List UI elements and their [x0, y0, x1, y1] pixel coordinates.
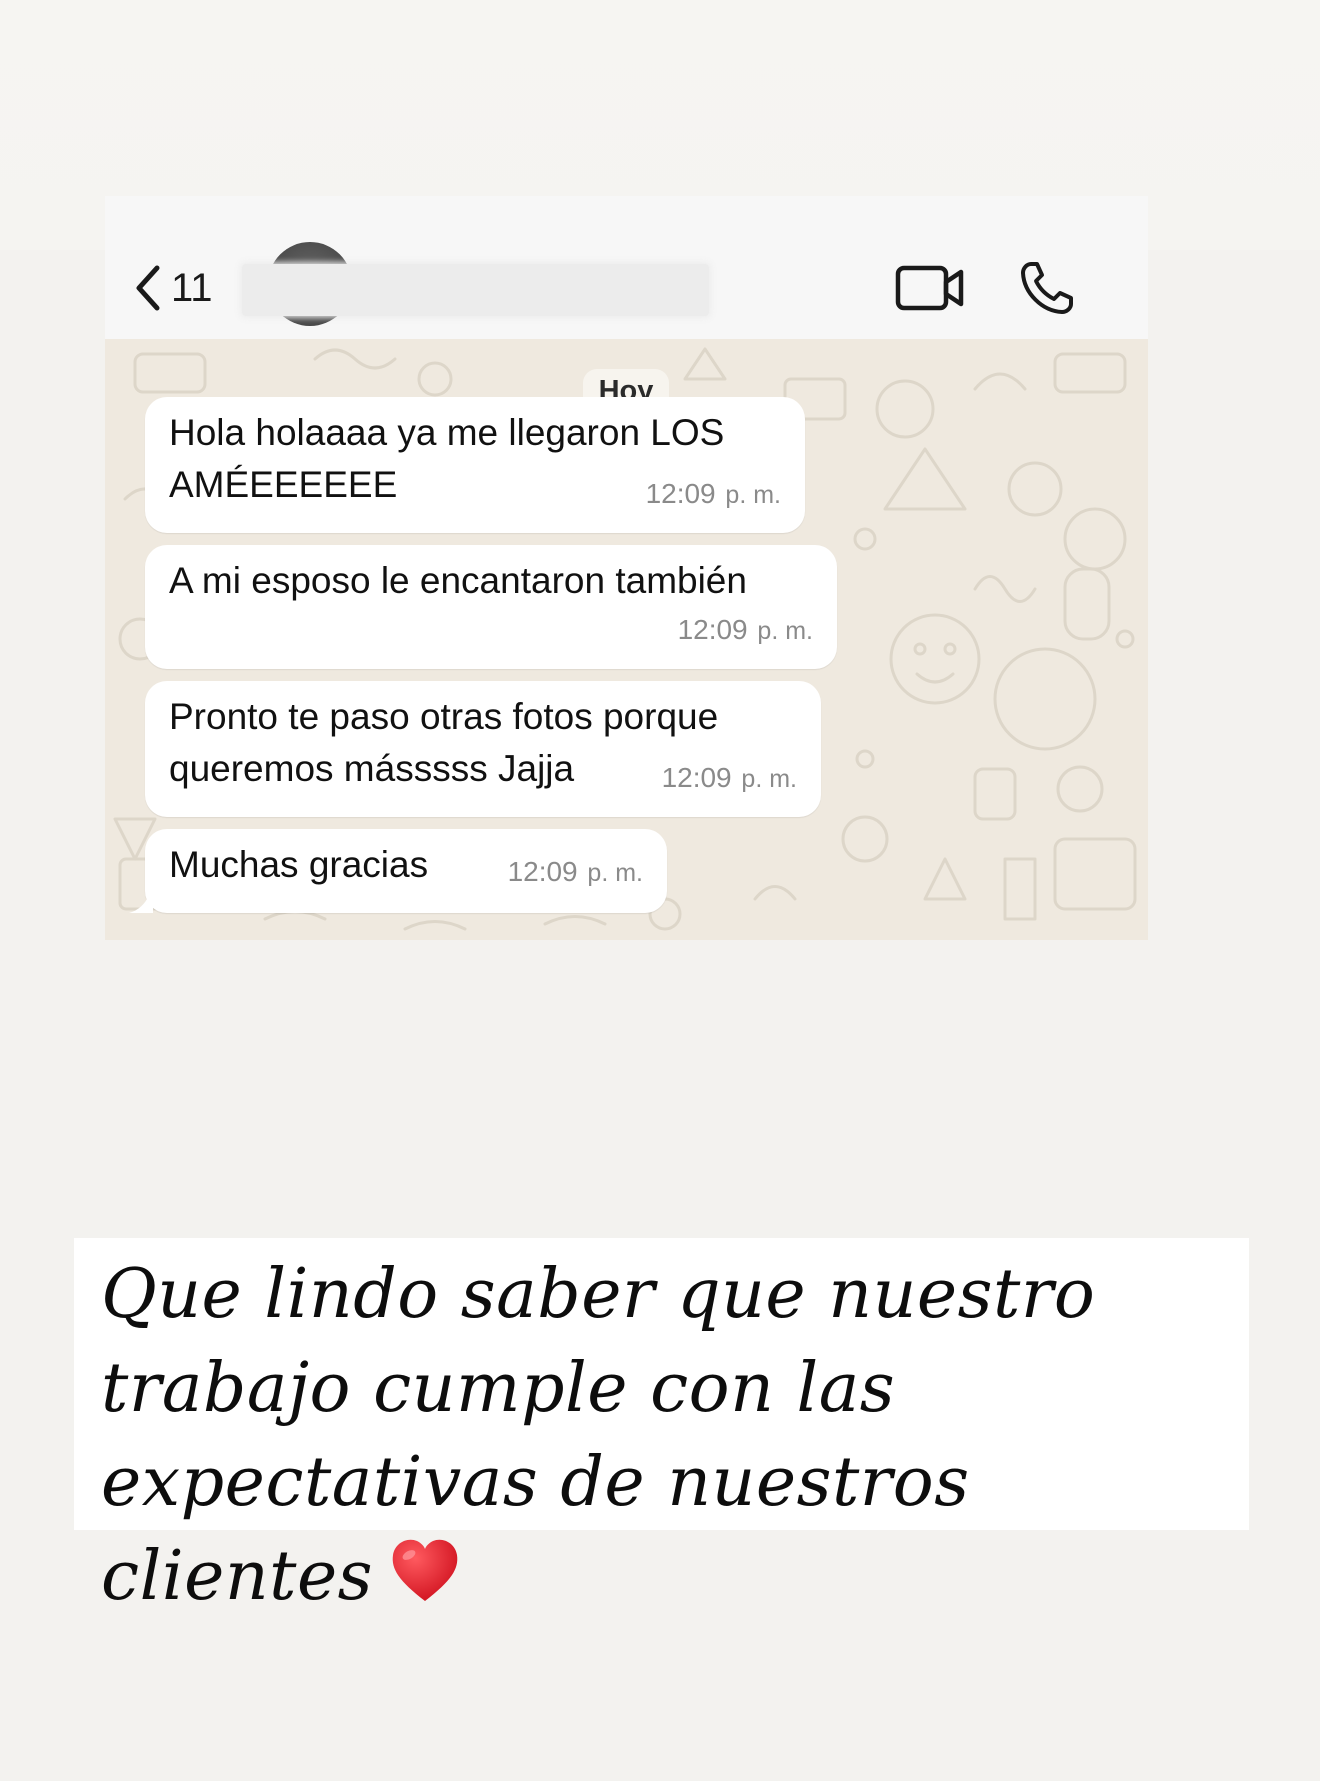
message-time: 12:09 p. m. — [508, 846, 643, 899]
phone-icon — [1021, 262, 1073, 314]
message-time-value: 12:09 — [677, 614, 748, 645]
message-text: A mi esposo le encantaron también — [169, 560, 747, 601]
message-bubble[interactable]: Hola holaaaa ya me llegaron LOS AMÉEEEEE… — [145, 397, 805, 533]
chat-screenshot: 11 Hoy Hola holaaaa ya me llegaron LOS A… — [105, 196, 1148, 940]
message-bubble[interactable]: Pronto te paso otras fotos porque querem… — [145, 681, 821, 817]
back-button[interactable]: 11 — [133, 258, 213, 318]
message-time: 12:09 p. m. — [678, 604, 813, 657]
caption-box: Que lindo saber que nuestro trabajo cump… — [74, 1238, 1249, 1616]
caption-message: Que lindo saber que nuestro trabajo cump… — [101, 1255, 1096, 1616]
message-time: 12:09 p. m. — [662, 752, 797, 805]
message-time-value: 12:09 — [507, 856, 578, 887]
message-time-ampm: p. m. — [725, 481, 781, 509]
message-time-value: 12:09 — [661, 762, 732, 793]
video-call-button[interactable] — [895, 262, 965, 314]
message-time-ampm: p. m. — [587, 859, 643, 887]
chevron-left-icon — [136, 265, 160, 311]
caption-text: Que lindo saber que nuestro trabajo cump… — [101, 1248, 1231, 1630]
video-camera-icon — [895, 265, 964, 311]
message-time-value: 12:09 — [645, 478, 716, 509]
chat-header: 11 — [105, 196, 1148, 339]
message-bubble[interactable]: Muchas gracias 12:09 p. m. — [145, 829, 667, 913]
bubble-tail-icon — [129, 891, 153, 913]
message-time-ampm: p. m. — [757, 617, 813, 645]
contact-name-redacted[interactable] — [242, 264, 709, 316]
heart-icon — [389, 1536, 461, 1630]
voice-call-button[interactable] — [1017, 258, 1077, 318]
chat-body[interactable]: Hoy Hola holaaaa ya me llegaron LOS AMÉE… — [105, 339, 1148, 940]
message-time: 12:09 p. m. — [646, 468, 781, 521]
message-time-ampm: p. m. — [741, 765, 797, 793]
unread-count: 11 — [171, 265, 213, 310]
message-bubble[interactable]: A mi esposo le encantaron también 12:09 … — [145, 545, 837, 669]
